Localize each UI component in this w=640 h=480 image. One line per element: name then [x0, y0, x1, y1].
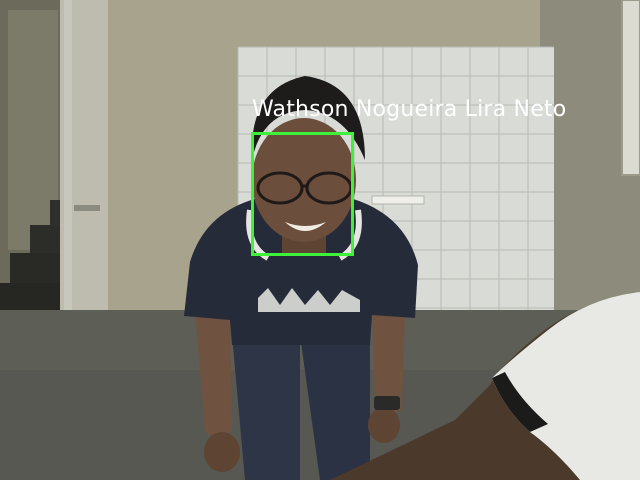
door-handle [74, 205, 100, 211]
person-right-hand [368, 407, 400, 443]
face-detection-box [251, 132, 354, 256]
wall-shelf [371, 195, 425, 205]
face-label: Wathson Nogueira Lira Neto [252, 97, 567, 122]
person-left-hand [204, 432, 240, 472]
wristwatch [374, 396, 400, 410]
window [621, 0, 640, 176]
camera-frame: Wathson Nogueira Lira Neto [0, 0, 640, 480]
